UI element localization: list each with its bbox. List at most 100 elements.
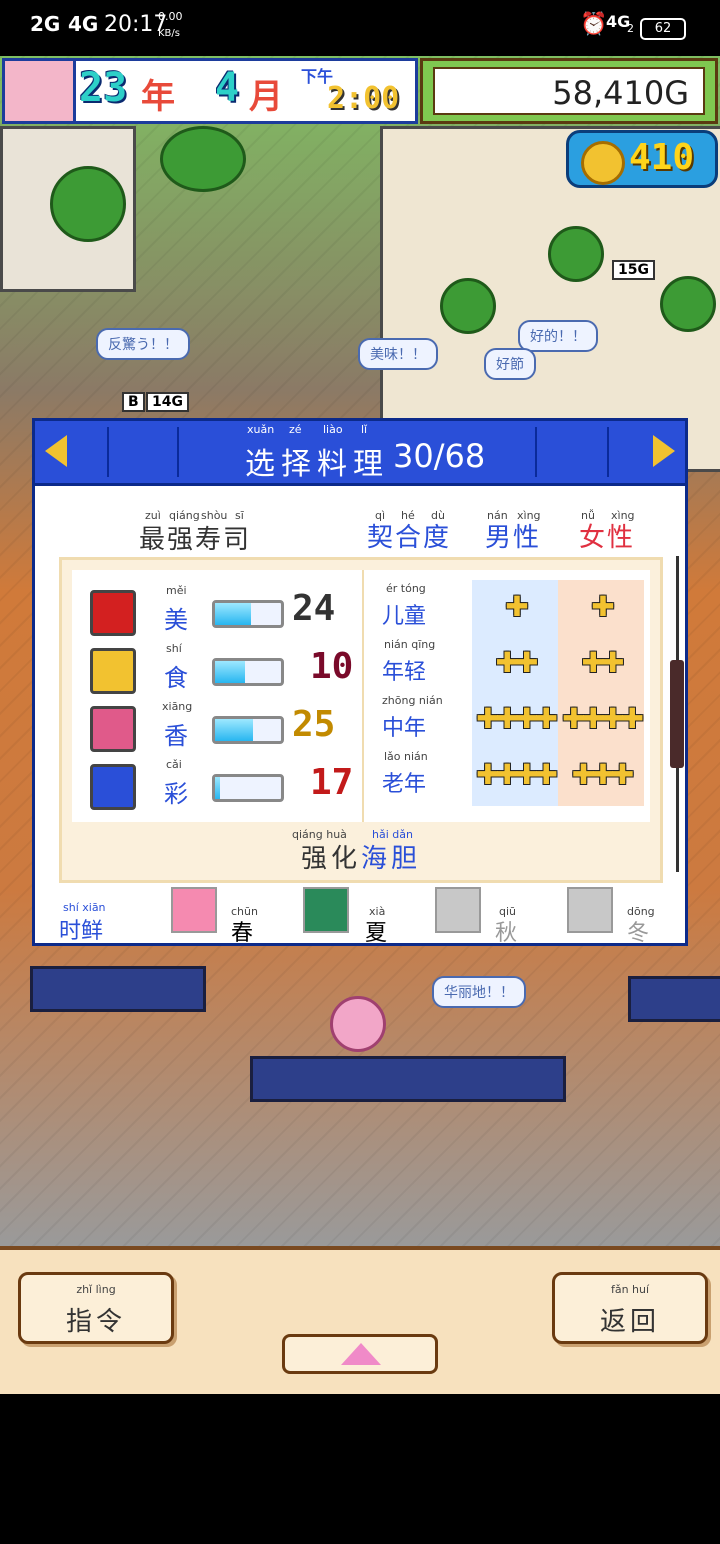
stat-pinyin: shí	[166, 642, 182, 655]
year-unit: 年	[141, 77, 175, 117]
palm-tree-icon	[548, 226, 604, 282]
age-label: 中年	[382, 716, 427, 741]
season-label: 时鲜	[59, 919, 104, 944]
palm-tree-icon	[660, 276, 716, 332]
scroll-thumb[interactable]	[670, 660, 684, 768]
female-header: 女性	[579, 523, 636, 553]
age-row-child: ér tóng 儿童 ✚ ✚	[372, 580, 650, 636]
stat-label: 食	[164, 664, 188, 692]
stat-bar	[212, 774, 284, 802]
battery-icon: 62	[640, 18, 686, 40]
stat-bar-fill	[215, 603, 252, 625]
stat-label: 美	[164, 606, 188, 634]
back-button[interactable]: fǎn huí 返回	[552, 1272, 708, 1344]
prev-arrow-icon[interactable]	[45, 435, 67, 467]
customer-bubble: 美味！！	[358, 338, 438, 370]
shop-roof	[250, 1056, 566, 1102]
customer-bubble: 好的！！	[518, 320, 598, 352]
female-affinity: ✚✚	[581, 646, 625, 679]
shop-roof	[30, 966, 206, 1012]
network-indicator-4g: 4G	[68, 12, 99, 36]
customer-bubble: 华丽地！！	[432, 976, 526, 1008]
stat-row-color: cǎi 彩 17	[72, 758, 362, 816]
stat-pinyin: měi	[166, 584, 187, 597]
month-value: 4	[215, 65, 240, 111]
title-pinyin-1: xuǎn	[247, 423, 275, 436]
coin-icon	[581, 141, 625, 185]
earning-chip-prefix: B	[122, 392, 145, 412]
stat-value: 10	[310, 646, 354, 687]
cherry-tree-icon	[330, 996, 386, 1052]
enhance-prefix: 强化	[300, 844, 361, 874]
year-value: 23	[79, 65, 128, 111]
panel-title: 选择料理	[245, 447, 389, 482]
male-affinity: ✚✚	[495, 646, 539, 679]
expand-up-button[interactable]	[282, 1334, 438, 1374]
title-pinyin-3: liào	[323, 423, 343, 436]
female-affinity: ✚✚✚✚	[562, 702, 644, 735]
status-bar: 2G 4G 20:17 0.00 KB/s ⏰ 4G 2 62	[0, 0, 720, 56]
stat-pinyin: xiāng	[162, 700, 193, 713]
earning-chip: 14G	[146, 392, 189, 412]
autumn-icon	[435, 887, 481, 933]
season-name: 冬	[627, 921, 650, 946]
age-pinyin: ér tóng	[386, 582, 426, 595]
summer-icon	[303, 887, 349, 933]
stat-bar-fill	[215, 661, 245, 683]
stat-label: 香	[164, 722, 188, 750]
age-row-young: nián qīng 年轻 ✚✚ ✚✚	[372, 636, 650, 692]
title-pinyin-4: lǐ	[361, 423, 368, 436]
male-affinity: ✚	[505, 590, 528, 623]
age-pinyin: nián qīng	[384, 638, 436, 651]
stat-bar-fill	[215, 777, 221, 799]
aroma-icon	[90, 706, 136, 752]
stat-pinyin: cǎi	[166, 758, 182, 771]
sakura-season-icon	[5, 61, 76, 121]
male-affinity: ✚✚✚✚	[476, 702, 558, 735]
command-bar: zhǐ lìng 指令 fǎn huí 返回	[0, 1246, 720, 1394]
stat-row-aroma: xiāng 香 25	[72, 700, 362, 758]
stat-value: 17	[310, 762, 354, 803]
stat-row-beauty: měi 美 24	[72, 584, 362, 642]
select-dish-panel: xuǎn zé liào lǐ 选择料理 30/68 zuì qiáng shò…	[32, 418, 688, 946]
order-label: 指令	[65, 1307, 126, 1337]
stat-bar	[212, 716, 284, 744]
winter-icon	[567, 887, 613, 933]
coin-value: 410	[629, 137, 695, 178]
age-row-middle: zhōng nián 中年 ✚✚✚✚ ✚✚✚✚	[372, 692, 650, 748]
enhance-item: 海胆	[361, 844, 422, 874]
age-pinyin: zhōng nián	[382, 694, 443, 707]
customer-bubble: 反驚う！！	[96, 328, 190, 360]
coin-panel[interactable]: 410	[566, 130, 718, 188]
season-name: 秋	[495, 921, 518, 946]
network-indicator-2g: 2G	[30, 12, 61, 36]
season-row: shí xiān 时鲜 chūn 春 xià 夏 qiū 秋 dōng 冬	[35, 887, 685, 946]
season-name: 春	[231, 921, 254, 946]
age-label: 儿童	[382, 604, 427, 629]
up-arrow-icon	[341, 1343, 381, 1365]
order-pinyin: zhǐ lìng	[76, 1283, 116, 1296]
order-button[interactable]: zhǐ lìng 指令	[18, 1272, 174, 1344]
right-network-sub: 2	[627, 22, 634, 35]
alarm-icon: ⏰	[580, 12, 608, 37]
female-affinity: ✚	[591, 590, 614, 623]
net-speed-value: 0.00	[158, 10, 183, 23]
money-value: 58,410G	[433, 67, 705, 115]
next-arrow-icon[interactable]	[653, 435, 675, 467]
palm-tree-icon	[440, 278, 496, 334]
color-sparkle-icon	[90, 764, 136, 810]
age-row-senior: lǎo nián 老年 ✚✚✚✚ ✚✚✚	[372, 748, 650, 804]
money-panel: 58,410G	[420, 58, 718, 124]
female-affinity: ✚✚✚	[571, 758, 634, 791]
sushi-name: 最强寿司	[139, 525, 252, 555]
male-affinity: ✚✚✚✚	[476, 758, 558, 791]
taste-icon	[90, 648, 136, 694]
stats-box: měi 美 24 shí 食 10 xiāng 香 25 cǎi 彩 17 ér…	[59, 557, 663, 883]
panel-scrollbar[interactable]	[670, 556, 684, 872]
stats-inner: měi 美 24 shí 食 10 xiāng 香 25 cǎi 彩 17 ér…	[72, 570, 650, 822]
net-speed-unit: KB/s	[158, 28, 180, 39]
beauty-icon	[90, 590, 136, 636]
tree-icon	[50, 166, 126, 242]
date-panel: 23 年 4 月 下午 2:00	[2, 58, 418, 124]
dish-count: 30/68	[393, 437, 486, 475]
